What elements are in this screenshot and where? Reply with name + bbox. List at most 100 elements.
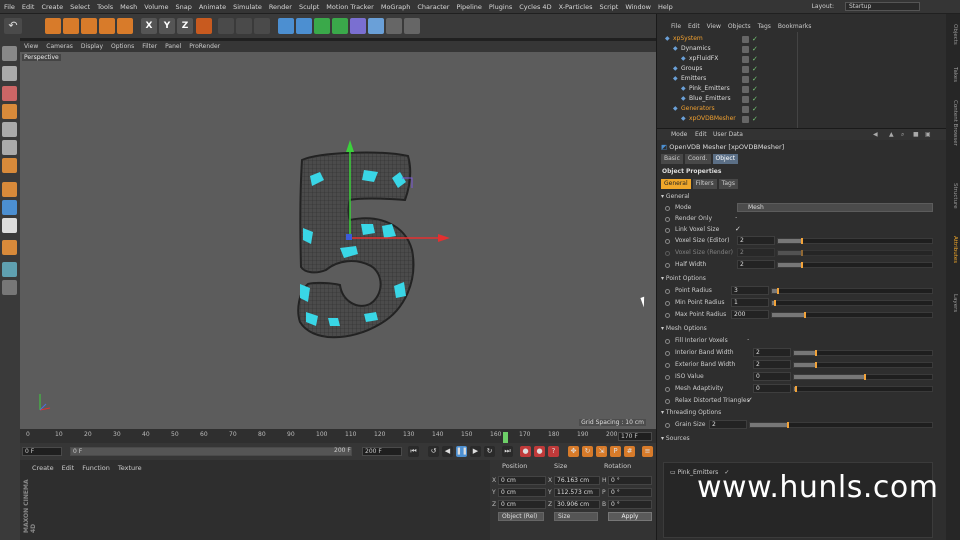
axis-mode-icon[interactable] — [2, 182, 17, 197]
object-row[interactable]: ◆ Groups ✓ — [661, 64, 945, 74]
material-menu-function[interactable]: Function — [82, 464, 110, 472]
deformer-icon[interactable] — [350, 18, 366, 34]
object-row[interactable]: ◆ xpSystem ✓ — [661, 34, 945, 44]
general-group-header[interactable]: ▾ General — [661, 192, 937, 202]
key-rotation-icon[interactable]: ↻ — [582, 446, 593, 457]
render-view-icon[interactable] — [236, 18, 252, 34]
lock-workplane-icon[interactable] — [2, 280, 17, 295]
fill-interior-voxels-anim-dot[interactable] — [665, 339, 670, 344]
mesh-adaptivity-anim-dot[interactable] — [665, 387, 670, 392]
visibility-icon[interactable] — [742, 46, 749, 53]
point-options-group-header[interactable]: ▾ Point Options — [661, 274, 937, 284]
object-name[interactable]: xpOVDBMesher — [689, 114, 736, 124]
scale-tool-icon[interactable] — [81, 18, 97, 34]
enabled-check-icon[interactable]: ✓ — [752, 84, 758, 94]
object-row[interactable]: ◆ Pink_Emitters ✓ — [661, 84, 945, 94]
visibility-icon[interactable] — [742, 76, 749, 83]
voxel-size-render-anim-dot[interactable] — [665, 251, 670, 256]
next-key-icon[interactable]: ↻ — [484, 446, 495, 457]
tab-object[interactable]: Object — [712, 154, 739, 164]
max-point-radius-field[interactable]: 200 — [731, 310, 769, 319]
menu-pipeline[interactable]: Pipeline — [456, 3, 481, 11]
interior-band-width-slider[interactable] — [793, 350, 933, 356]
menu-help[interactable]: Help — [658, 3, 673, 11]
material-menu-texture[interactable]: Texture — [118, 464, 142, 472]
interior-band-width-field[interactable]: 2 — [753, 348, 791, 357]
select-tool-icon[interactable] — [45, 18, 61, 34]
live-select-icon[interactable] — [117, 18, 133, 34]
move-tool-icon[interactable] — [63, 18, 79, 34]
render-region-icon[interactable] — [218, 18, 234, 34]
attr-menu-mode[interactable]: Mode — [671, 131, 687, 138]
object-name[interactable]: xpFluidFX — [689, 54, 718, 64]
menu-mograph[interactable]: MoGraph — [381, 3, 411, 11]
menu-create[interactable]: Create — [41, 3, 63, 11]
iso-value-anim-dot[interactable] — [665, 375, 670, 380]
min-point-radius-slider-handle[interactable] — [773, 300, 776, 306]
side-tab-layers[interactable]: Layers — [948, 294, 958, 312]
object-row[interactable]: ◆ Blue_Emitters ✓ — [661, 94, 945, 104]
number-five-mesh[interactable] — [20, 52, 656, 429]
voxel-size-render-slider-handle[interactable] — [801, 250, 804, 256]
up-arrow-icon[interactable]: ▲ — [889, 131, 894, 138]
menu-edit[interactable]: Edit — [22, 3, 35, 11]
timeline-menu-icon[interactable]: ≡ — [642, 446, 653, 457]
mesh-adaptivity-slider[interactable] — [793, 386, 933, 392]
floor-icon[interactable] — [368, 18, 384, 34]
max-frame-field[interactable]: 200 F — [362, 447, 402, 456]
subtab-tags[interactable]: Tags — [718, 179, 738, 189]
snap-icon[interactable] — [2, 218, 17, 233]
voxel-size-editor-anim-dot[interactable] — [665, 239, 670, 244]
viewport-menu-panel[interactable]: Panel — [165, 43, 181, 50]
key-scale-icon[interactable]: ⇲ — [596, 446, 607, 457]
visibility-icon[interactable] — [742, 96, 749, 103]
voxel-size-editor-field[interactable]: 2 — [737, 236, 775, 245]
min-point-radius-slider[interactable] — [771, 300, 933, 306]
relax-distorted-triangles-checkbox[interactable]: ✓ — [747, 396, 753, 404]
menu-snap[interactable]: Snap — [175, 3, 191, 11]
object-name[interactable]: Groups — [681, 64, 702, 74]
menu-character[interactable]: Character — [417, 3, 449, 11]
autokey-icon[interactable]: ● — [534, 446, 545, 457]
interior-band-width-anim-dot[interactable] — [665, 351, 670, 356]
tweak-mode-icon[interactable] — [2, 200, 17, 215]
object-row[interactable]: ◆ xpOVDBMesher ✓ — [661, 114, 945, 124]
back-arrow-icon[interactable]: ◀ — [873, 131, 878, 138]
enabled-check-icon[interactable]: ✓ — [752, 74, 758, 84]
mesh-options-group-header[interactable]: ▾ Mesh Options — [661, 324, 937, 334]
fill-interior-voxels-checkbox[interactable]: · — [747, 336, 749, 344]
current-frame-field[interactable]: 0 F — [70, 447, 352, 456]
light-icon[interactable] — [404, 18, 420, 34]
grain-size-anim-dot[interactable] — [665, 423, 670, 428]
subtab-filters[interactable]: Filters — [692, 179, 717, 189]
link-voxel-checkbox[interactable]: ✓ — [735, 225, 741, 233]
grain-size-slider-handle[interactable] — [786, 422, 789, 428]
object-menu-view[interactable]: View — [707, 23, 721, 30]
x-axis-icon[interactable]: X — [141, 18, 157, 34]
object-name[interactable]: Generators — [681, 104, 715, 114]
side-tab-takes[interactable]: Takes — [948, 67, 958, 82]
sculpt-icon[interactable] — [2, 240, 17, 255]
side-tab-structure[interactable]: Structure — [948, 183, 958, 209]
rotation-b-field[interactable]: 0 ° — [608, 500, 652, 509]
voxel-size-editor-slider[interactable] — [777, 238, 933, 244]
timeline-ruler[interactable]: 170 F 0 10 20 30 40 50 60 70 80 90 100 110 120 130 140… — [20, 429, 656, 443]
viewport-menu-prorender[interactable]: ProRender — [189, 43, 220, 50]
max-point-radius-anim-dot[interactable] — [665, 313, 670, 318]
layout-dropdown[interactable]: Startup — [845, 2, 920, 11]
tab-basic[interactable]: Basic — [661, 154, 683, 164]
visibility-icon[interactable] — [742, 116, 749, 123]
end-frame-slider-field[interactable]: 200 F — [332, 447, 354, 456]
max-point-radius-slider[interactable] — [771, 312, 933, 318]
object-name[interactable]: xpSystem — [673, 34, 703, 44]
render-only-checkbox[interactable]: · — [735, 214, 737, 222]
object-row[interactable]: ◆ Emitters ✓ — [661, 74, 945, 84]
record-icon[interactable]: ● — [520, 446, 531, 457]
y-axis-icon[interactable]: Y — [159, 18, 175, 34]
key-position-icon[interactable]: ✥ — [568, 446, 579, 457]
render-settings-icon[interactable] — [254, 18, 270, 34]
side-tab-objects[interactable]: Objects — [948, 24, 958, 45]
visibility-icon[interactable] — [742, 106, 749, 113]
rotate-tool-icon[interactable] — [99, 18, 115, 34]
edges-mode-icon[interactable] — [2, 140, 17, 155]
